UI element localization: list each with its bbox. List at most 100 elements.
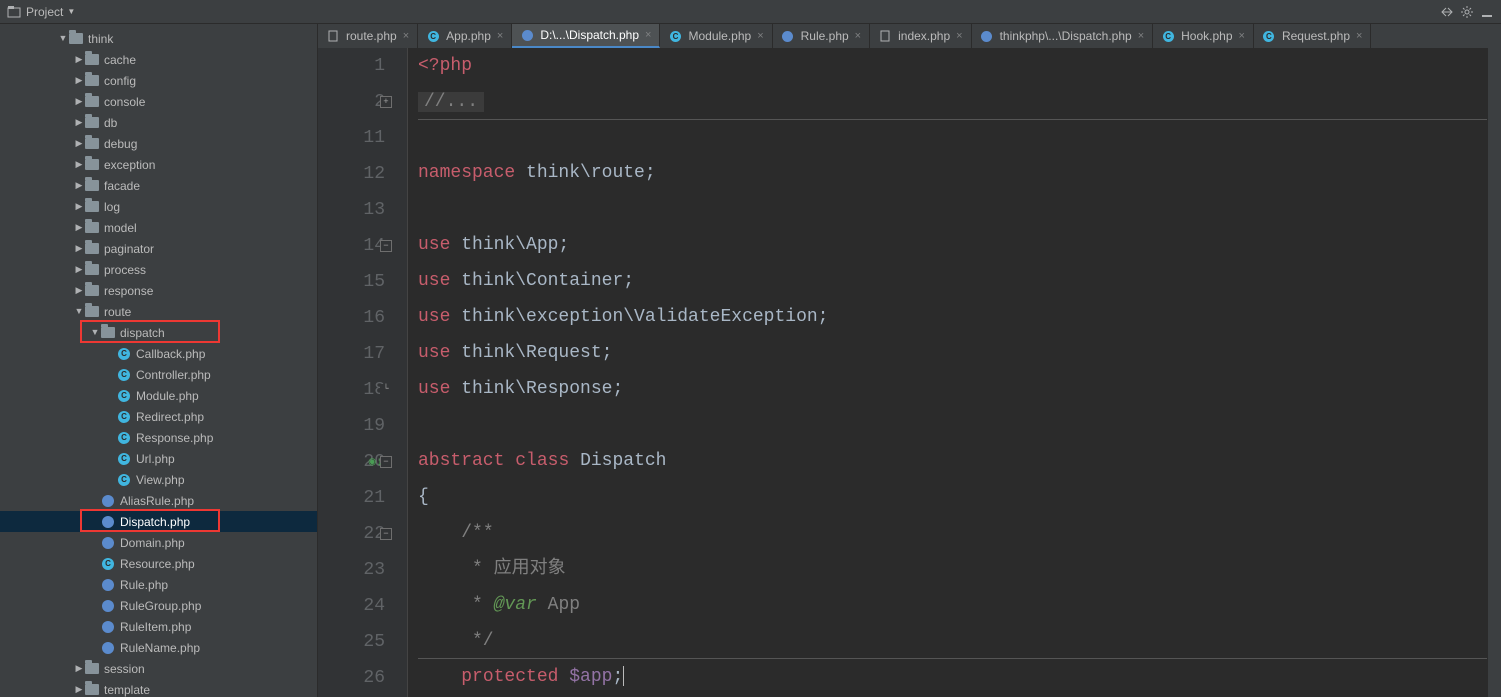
close-icon[interactable]: × [1356, 30, 1362, 42]
code-line[interactable]: namespace think\route; [418, 155, 1487, 191]
collapse-arrow-icon[interactable]: ▶ [74, 223, 84, 232]
editor-tab[interactable]: route.php× [318, 24, 418, 48]
expand-arrow-icon[interactable]: ▼ [58, 34, 68, 43]
collapse-arrow-icon[interactable]: ▶ [74, 139, 84, 148]
code-line[interactable]: use think\Response; [418, 371, 1487, 407]
code-line[interactable] [418, 407, 1487, 443]
project-tool-icon[interactable] [6, 4, 22, 20]
collapse-icon[interactable] [1439, 4, 1455, 20]
tree-file[interactable]: Redirect.php [0, 406, 317, 427]
editor-tab[interactable]: Rule.php× [773, 24, 870, 48]
collapse-arrow-icon[interactable]: ▶ [74, 55, 84, 64]
editor-tab[interactable]: thinkphp\...\Dispatch.php× [972, 24, 1154, 48]
tree-folder[interactable]: ▼think [0, 28, 317, 49]
tree-folder[interactable]: ▶db [0, 112, 317, 133]
run-gutter-icon[interactable]: ◉↓ [369, 444, 383, 480]
tree-file[interactable]: Dispatch.php [0, 511, 317, 532]
line-number[interactable]: 16 [318, 300, 385, 336]
tree-file[interactable]: AliasRule.php [0, 490, 317, 511]
code-line[interactable]: * @var App [418, 587, 1487, 623]
tree-file[interactable]: Controller.php [0, 364, 317, 385]
collapse-arrow-icon[interactable]: ▶ [74, 76, 84, 85]
line-number-gutter[interactable]: 12+11121314−15161718└1920−◉↓2122−2324252… [318, 48, 408, 697]
collapse-arrow-icon[interactable]: ▶ [74, 118, 84, 127]
code-line[interactable]: use think\Request; [418, 335, 1487, 371]
tree-file[interactable]: RuleName.php [0, 637, 317, 658]
editor-tab[interactable]: Request.php× [1254, 24, 1372, 48]
tree-file[interactable]: Domain.php [0, 532, 317, 553]
project-label[interactable]: Project ▼ [26, 5, 75, 19]
code-line[interactable] [418, 119, 1487, 155]
tree-file[interactable]: Module.php [0, 385, 317, 406]
tree-file[interactable]: Url.php [0, 448, 317, 469]
tree-folder[interactable]: ▶log [0, 196, 317, 217]
collapse-arrow-icon[interactable]: ▶ [74, 685, 84, 694]
fold-collapse-icon[interactable]: − [380, 528, 392, 540]
editor-tab[interactable]: D:\...\Dispatch.php× [512, 24, 660, 48]
code-line[interactable]: use think\exception\ValidateException; [418, 299, 1487, 335]
line-number[interactable]: 15 [318, 264, 385, 300]
code-line[interactable]: * 应用对象 [418, 551, 1487, 587]
fold-expand-icon[interactable]: + [380, 96, 392, 108]
editor-tab[interactable]: App.php× [418, 24, 512, 48]
close-icon[interactable]: × [1239, 30, 1245, 42]
expand-arrow-icon[interactable]: ▼ [74, 307, 84, 316]
tree-folder[interactable]: ▶model [0, 217, 317, 238]
tree-file[interactable]: RuleItem.php [0, 616, 317, 637]
fold-end-icon[interactable]: └ [380, 384, 392, 396]
collapse-arrow-icon[interactable]: ▶ [74, 181, 84, 190]
tree-file[interactable]: Resource.php [0, 553, 317, 574]
tree-file[interactable]: Callback.php [0, 343, 317, 364]
code-line[interactable] [418, 191, 1487, 227]
line-number[interactable]: 24 [318, 588, 385, 624]
tree-folder[interactable]: ▶response [0, 280, 317, 301]
line-number[interactable]: 2+ [318, 84, 385, 120]
minimize-icon[interactable] [1479, 4, 1495, 20]
tree-folder[interactable]: ▶process [0, 259, 317, 280]
code-line[interactable]: /** [418, 515, 1487, 551]
tree-folder[interactable]: ▶config [0, 70, 317, 91]
line-number[interactable]: 18└ [318, 372, 385, 408]
tree-folder[interactable]: ▶console [0, 91, 317, 112]
code-line[interactable]: //... [418, 84, 1487, 120]
line-number[interactable]: 12 [318, 156, 385, 192]
collapse-arrow-icon[interactable]: ▶ [74, 202, 84, 211]
tree-folder[interactable]: ▼dispatch [0, 322, 317, 343]
editor-tab[interactable]: index.php× [870, 24, 971, 48]
editor-tab[interactable]: Module.php× [660, 24, 772, 48]
close-icon[interactable]: × [497, 30, 503, 42]
code-line[interactable]: use think\App; [418, 227, 1487, 263]
close-icon[interactable]: × [855, 30, 861, 42]
tree-file[interactable]: Response.php [0, 427, 317, 448]
code-line[interactable]: protected $app; [418, 658, 1487, 694]
tree-file[interactable]: RuleGroup.php [0, 595, 317, 616]
code-line[interactable]: <?php [418, 48, 1487, 84]
line-number[interactable]: 11 [318, 120, 385, 156]
close-icon[interactable]: × [1138, 30, 1144, 42]
line-number[interactable]: 26 [318, 660, 385, 696]
code-line[interactable]: use think\Container; [418, 263, 1487, 299]
tree-folder[interactable]: ▶cache [0, 49, 317, 70]
tree-file[interactable]: View.php [0, 469, 317, 490]
editor-tab[interactable]: Hook.php× [1153, 24, 1254, 48]
tree-folder[interactable]: ▶debug [0, 133, 317, 154]
expand-arrow-icon[interactable]: ▼ [90, 328, 100, 337]
tree-folder[interactable]: ▶template [0, 679, 317, 697]
tree-file[interactable]: Rule.php [0, 574, 317, 595]
close-icon[interactable]: × [403, 30, 409, 42]
line-number[interactable]: 22− [318, 516, 385, 552]
line-number[interactable]: 17 [318, 336, 385, 372]
line-number[interactable]: 13 [318, 192, 385, 228]
collapse-arrow-icon[interactable]: ▶ [74, 664, 84, 673]
tree-folder[interactable]: ▶paginator [0, 238, 317, 259]
project-tree[interactable]: ▼think▶cache▶config▶console▶db▶debug▶exc… [0, 24, 318, 697]
collapse-arrow-icon[interactable]: ▶ [74, 286, 84, 295]
collapse-arrow-icon[interactable]: ▶ [74, 160, 84, 169]
tree-folder[interactable]: ▶facade [0, 175, 317, 196]
close-icon[interactable]: × [645, 29, 651, 41]
line-number[interactable]: 25 [318, 624, 385, 660]
close-icon[interactable]: × [956, 30, 962, 42]
line-number[interactable]: 14− [318, 228, 385, 264]
tree-folder[interactable]: ▼route [0, 301, 317, 322]
collapse-arrow-icon[interactable]: ▶ [74, 244, 84, 253]
